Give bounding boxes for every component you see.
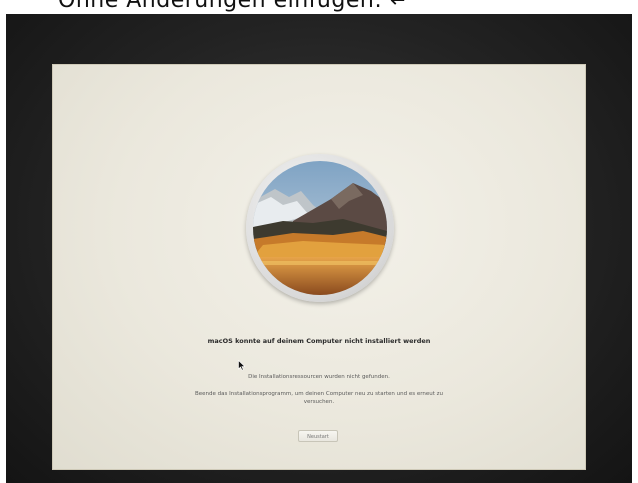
mouse-pointer-icon <box>238 356 246 375</box>
installer-screen: macOS konnte auf deinem Computer nicht i… <box>52 64 586 470</box>
cropped-caption: Ohne Änderungen einfügen: ↵ <box>58 0 409 13</box>
top-crop-strip: Ohne Änderungen einfügen: ↵ <box>0 0 638 14</box>
macos-high-sierra-logo-icon <box>246 154 394 302</box>
error-message-secondary: Beende das Installationsprogramm, um dei… <box>194 391 443 405</box>
restart-button[interactable]: Neustart <box>298 430 338 442</box>
error-message-primary: Die Installationsressourcen wurden nicht… <box>248 374 390 380</box>
photo-of-monitor: macOS konnte auf deinem Computer nicht i… <box>6 14 632 483</box>
error-title: macOS konnte auf deinem Computer nicht i… <box>207 337 431 345</box>
